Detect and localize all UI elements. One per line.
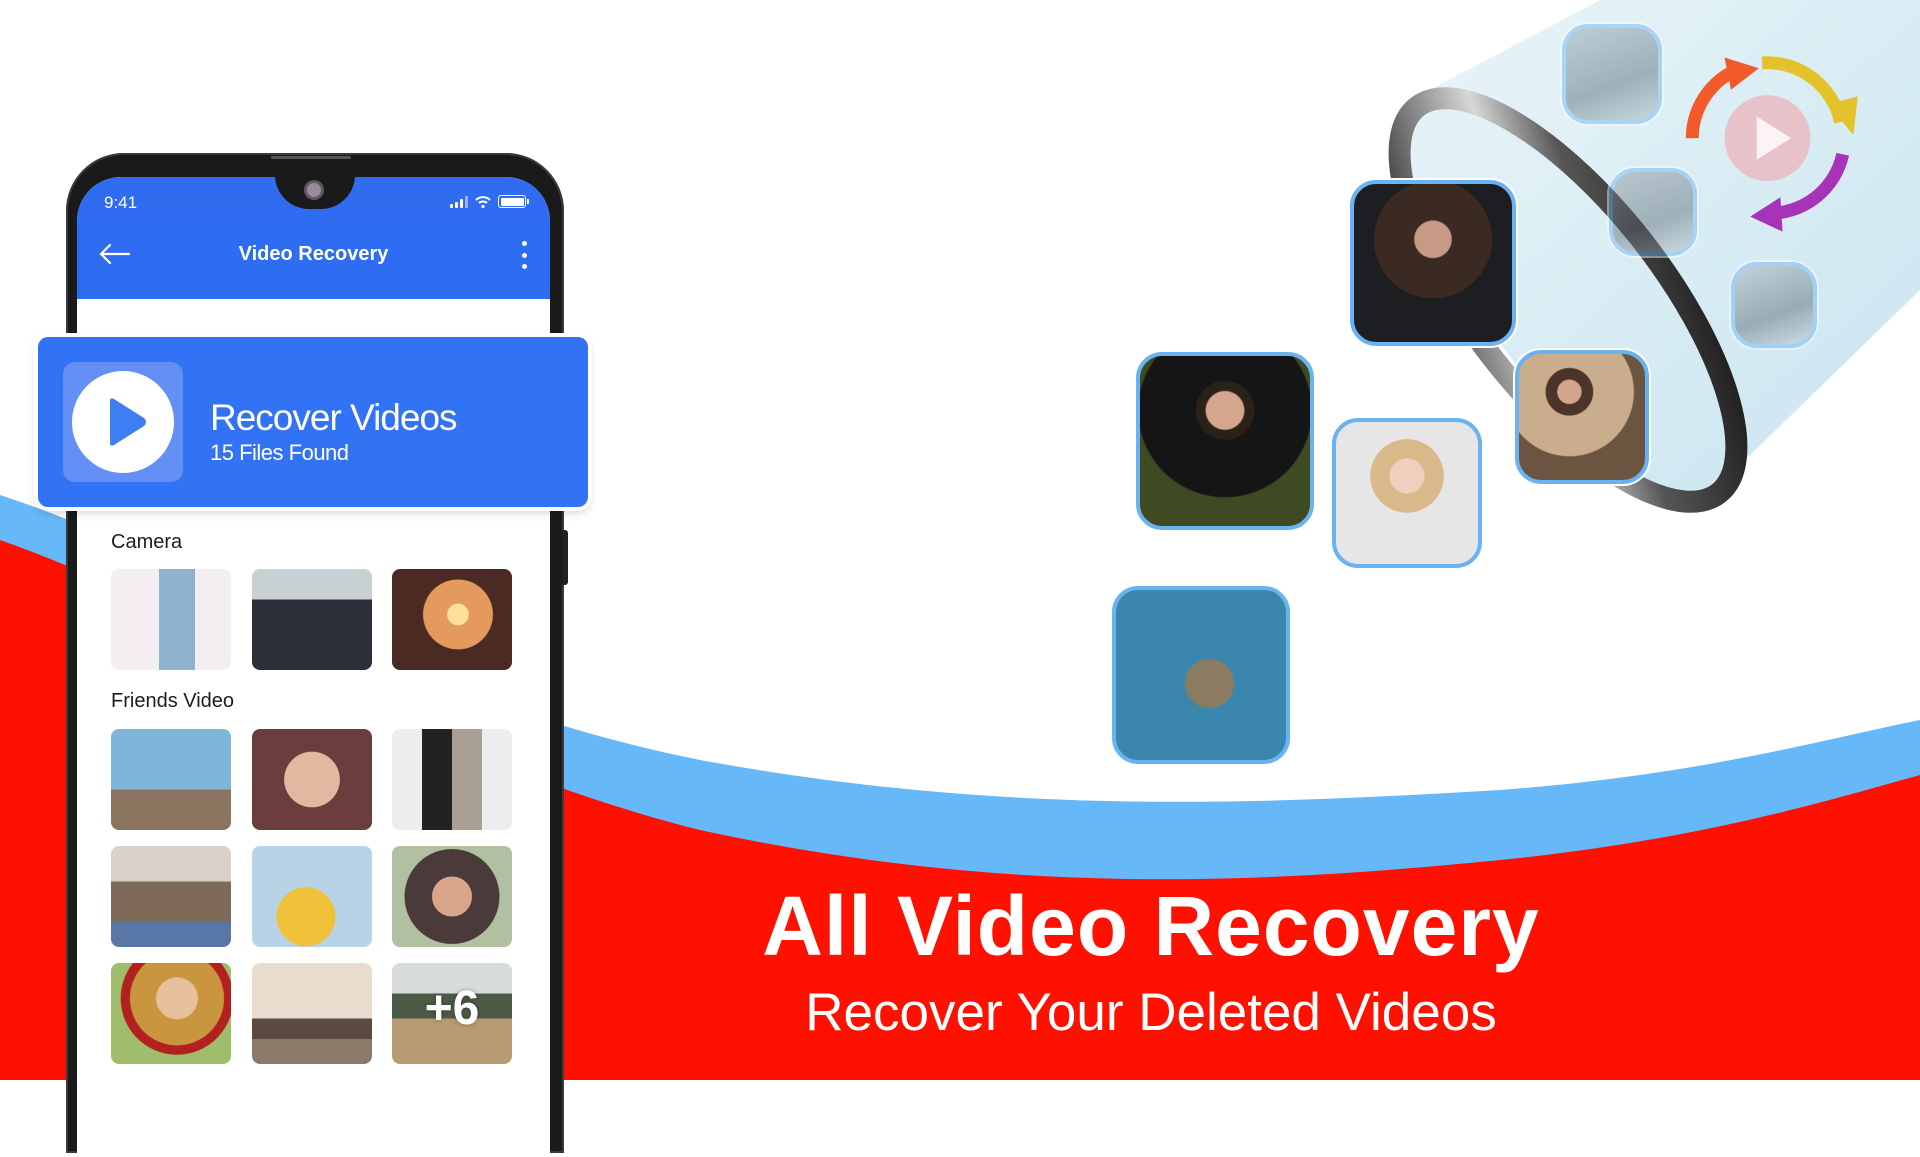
photo-seals-underwater (1112, 586, 1290, 764)
refresh-arrows-play-icon (1685, 56, 1858, 232)
photo-couple-bench (1515, 350, 1649, 484)
app-bar: 9:41 Video Recovery (77, 177, 550, 299)
more-vertical-icon[interactable] (522, 241, 528, 269)
play-icon (72, 371, 174, 473)
phone-screen: 9:41 Video Recovery Camera Friends Video… (77, 177, 550, 1157)
phone-side-button (562, 530, 568, 585)
photo-woman-dark-hair (1350, 180, 1516, 346)
thumbnail-friends-circle-selfie[interactable] (252, 729, 372, 830)
thumbnail-friends-piggyback[interactable] (252, 846, 372, 947)
thumbnail-friends-hug-sunglasses[interactable] (111, 963, 231, 1064)
status-time: 9:41 (104, 193, 138, 212)
thumbnail-friends-jumping-beach[interactable] (111, 729, 231, 830)
signal-icon (450, 195, 468, 208)
front-camera-icon (307, 183, 321, 197)
files-found-count: 15 Files Found (210, 440, 349, 465)
wifi-icon (475, 195, 491, 208)
battery-icon (498, 195, 529, 208)
status-icons (450, 195, 529, 208)
photo-woman-blonde (1332, 418, 1482, 568)
thumbnail-couple-portrait[interactable] (111, 569, 231, 670)
recover-videos-card[interactable]: Recover Videos 15 Files Found (38, 337, 588, 507)
thumbnail-heart-hands-sunset[interactable] (392, 569, 512, 670)
thumbnail-business-handshake[interactable] (252, 569, 372, 670)
app-title: Video Recovery (238, 243, 389, 265)
section-label-friends-video: Friends Video (111, 690, 235, 712)
phone-mockup: 9:41 Video Recovery Camera Friends Video… (66, 153, 564, 1157)
section-label-camera: Camera (111, 531, 183, 553)
thumbnail-friends-hugging[interactable] (392, 729, 512, 830)
camera-notch (275, 177, 355, 209)
thumbnail-friends-shopping[interactable] (111, 846, 231, 947)
phone-speaker (271, 156, 351, 159)
photo-people-street (1731, 262, 1817, 348)
play-icon-box (63, 362, 183, 482)
thumbnail-friends-campfire[interactable]: +6 (392, 963, 512, 1064)
banner-headline: All Video Recovery (762, 879, 1540, 973)
photo-man-black-sweater (1136, 352, 1314, 530)
photo-vintage-car (1562, 24, 1662, 124)
banner-subheadline: Recover Your Deleted Videos (805, 983, 1497, 1042)
thumbnail-friends-beach-cheer[interactable] (252, 963, 372, 1064)
recover-card-title: Recover Videos (210, 397, 458, 438)
thumbnail-friends-group-selfie[interactable] (392, 846, 512, 947)
more-files-overlay: +6 (424, 982, 480, 1035)
